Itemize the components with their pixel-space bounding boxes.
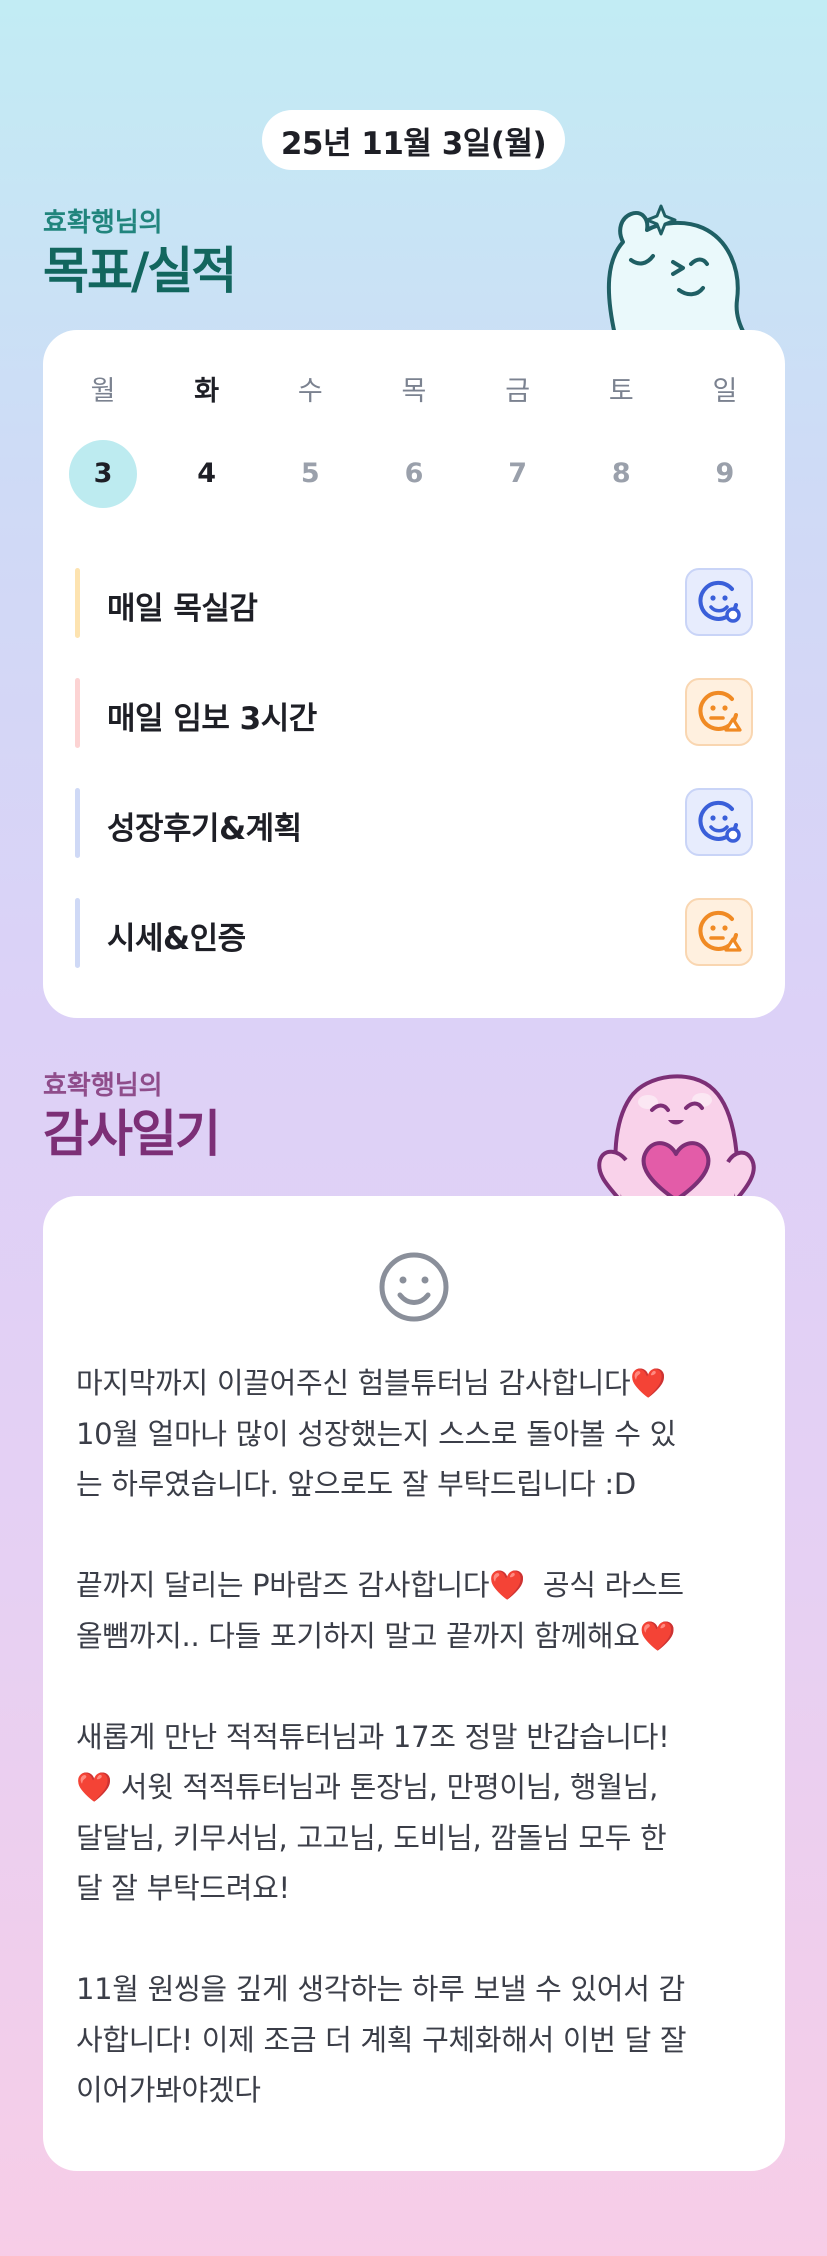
goals-section-title: 효확행님의 목표/실적	[43, 208, 237, 300]
date-4[interactable]: 4	[173, 440, 241, 508]
blue-smile-icon	[698, 800, 741, 843]
goal-item[interactable]: 성장후기&계획	[75, 770, 753, 880]
weekday-wed: 수	[297, 376, 323, 407]
status-button[interactable]	[685, 678, 753, 746]
weekday-thu: 목	[401, 376, 427, 407]
goal-color-bar	[75, 568, 80, 638]
date-3-selected[interactable]: 3	[69, 440, 137, 508]
orange-warning-smile-icon	[698, 910, 742, 952]
status-button[interactable]	[685, 898, 753, 966]
weekday-fri: 금	[505, 376, 531, 407]
goal-item[interactable]: 시세&인증	[75, 880, 753, 990]
goal-item[interactable]: 매일 목실감	[75, 550, 753, 660]
status-button[interactable]	[685, 568, 753, 636]
goal-label: 성장후기&계획	[107, 810, 302, 847]
date-8[interactable]: 8	[587, 440, 655, 508]
weekday-mon: 월	[90, 376, 116, 407]
diary-owner-label: 효확행님의	[43, 1071, 163, 1101]
orange-warning-smile-icon	[698, 690, 742, 732]
date-5[interactable]: 5	[276, 440, 344, 508]
goal-label: 매일 목실감	[107, 590, 258, 627]
date-selector[interactable]: 25년 11월 3일(월)	[262, 110, 565, 170]
diary-card: 마지막까지 이끌어주신 험블튜터님 감사합니다❤️ 10월 얼마나 많이 성장했…	[43, 1196, 785, 2171]
mascot-pink-illustration	[597, 1074, 756, 1200]
date-7[interactable]: 7	[484, 440, 552, 508]
diary-section-title: 효확행님의 감사일기	[43, 1071, 221, 1163]
diary-text: 마지막까지 이끌어주신 험블튜터님 감사합니다❤️ 10월 얼마나 많이 성장했…	[76, 1358, 752, 2116]
diary-paragraph-3: 새롭게 만난 적적튜터님과 17조 정말 반갑습니다! ❤️ 서윗 적적튜터님과…	[76, 1719, 670, 1906]
diary-paragraph-2: 끝까지 달리는 P바람즈 감사합니다❤️ 공식 라스트 올뺌까지.. 다들 포기…	[76, 1568, 684, 1653]
goals-heading: 목표/실적	[43, 242, 237, 300]
blue-smile-icon	[698, 580, 741, 623]
date-6[interactable]: 6	[380, 440, 448, 508]
weekday-row: 월 화 수 목 금 토 일	[43, 374, 785, 410]
goal-item[interactable]: 매일 임보 3시간	[75, 660, 753, 770]
goals-card: 월 화 수 목 금 토 일 3 4 5 6 7 8 9 매일 목실감 매일 임보…	[43, 330, 785, 1018]
weekday-sat: 토	[608, 376, 634, 407]
weekday-sun: 일	[712, 376, 738, 407]
goals-owner-label: 효확행님의	[43, 208, 163, 238]
date-label: 25년 11월 3일(월)	[280, 125, 547, 162]
goal-color-bar	[75, 678, 80, 748]
date-row: 3 4 5 6 7 8 9	[43, 440, 785, 508]
mascot-cyan-illustration	[606, 204, 747, 335]
smile-icon[interactable]	[378, 1251, 450, 1323]
date-9[interactable]: 9	[691, 440, 759, 508]
goal-color-bar	[75, 898, 80, 968]
diary-heading: 감사일기	[43, 1105, 221, 1163]
goal-label: 시세&인증	[107, 920, 246, 957]
status-button[interactable]	[685, 788, 753, 856]
goal-list: 매일 목실감 매일 임보 3시간 성장후기&계획 시세&인증	[75, 550, 753, 990]
goal-color-bar	[75, 788, 80, 858]
weekday-tue: 화	[194, 376, 220, 407]
diary-paragraph-4: 11월 원씽을 깊게 생각하는 하루 보낼 수 있어서 감 사합니다! 이제 조…	[76, 1972, 687, 2107]
goal-label: 매일 임보 3시간	[107, 700, 317, 737]
diary-paragraph-1: 마지막까지 이끌어주신 험블튜터님 감사합니다❤️ 10월 얼마나 많이 성장했…	[76, 1366, 676, 1501]
